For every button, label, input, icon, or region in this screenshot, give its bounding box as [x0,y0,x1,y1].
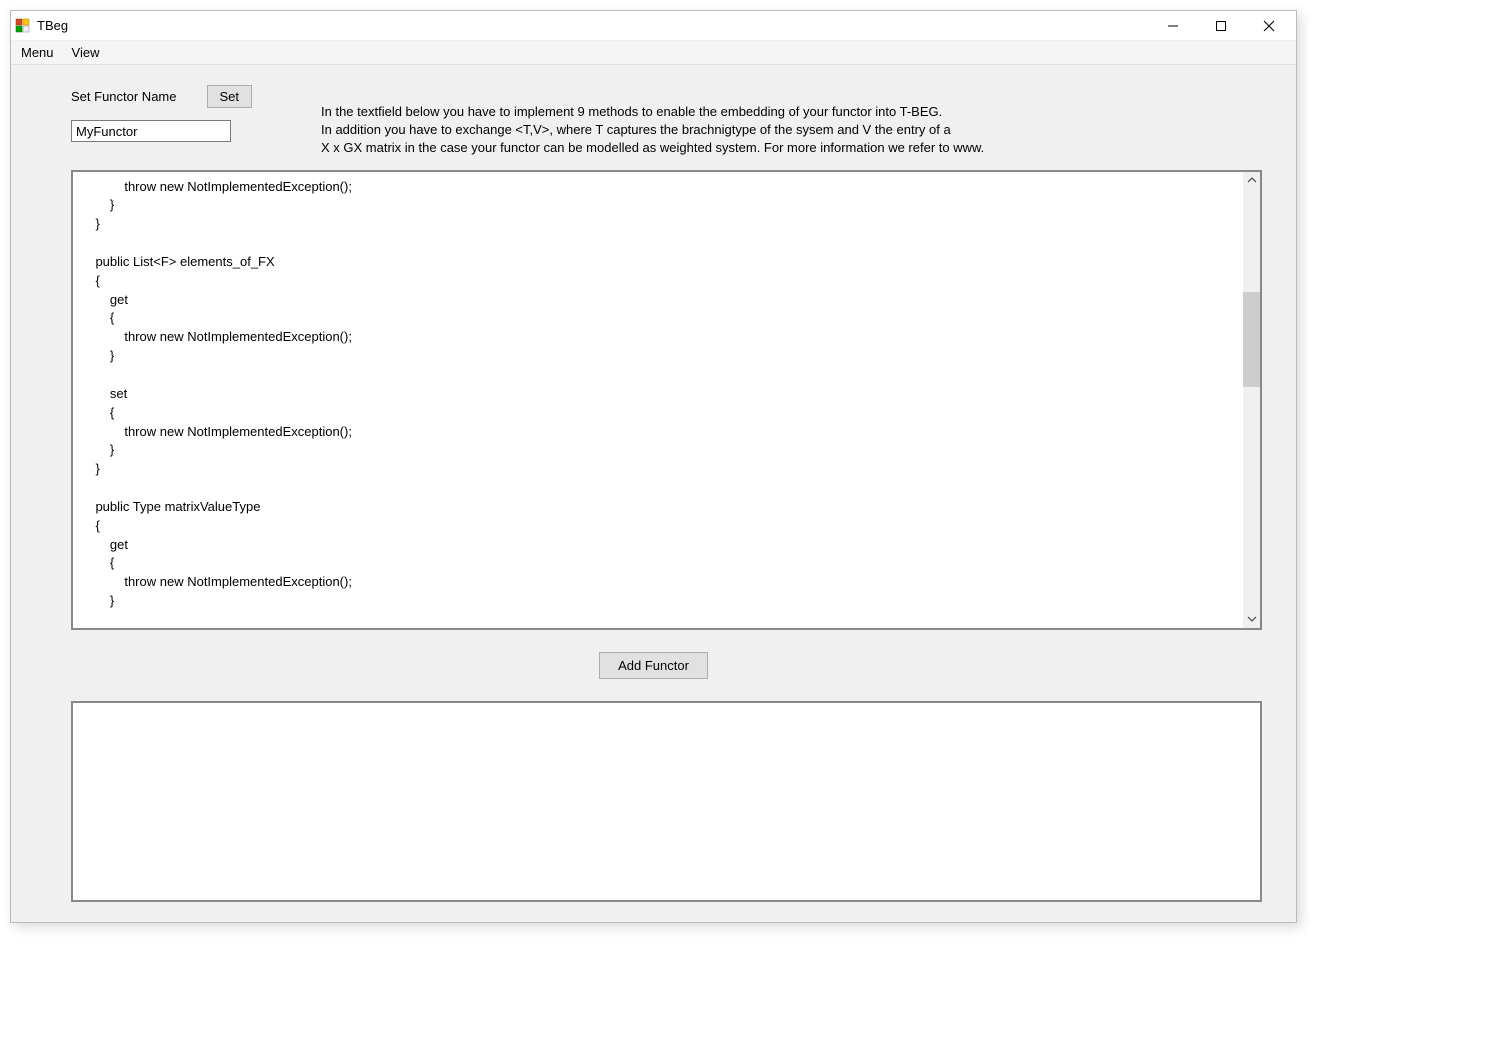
instructions-text: In the textfield below you have to imple… [321,85,1266,158]
maximize-button[interactable] [1198,12,1244,40]
menu-item-view[interactable]: View [72,45,100,60]
add-functor-row: Add Functor [41,630,1266,701]
close-button[interactable] [1246,12,1292,40]
functor-name-group: Set Functor Name Set [41,85,321,142]
scroll-down-button[interactable] [1243,611,1260,628]
minimize-button[interactable] [1150,12,1196,40]
output-panel[interactable] [71,701,1262,902]
menubar: Menu View [11,41,1296,65]
menu-item-menu[interactable]: Menu [21,45,54,60]
instructions-line: In addition you have to exchange <T,V>, … [321,121,1266,139]
set-button[interactable]: Set [207,85,253,108]
functor-name-input[interactable] [71,120,231,142]
client-area: Set Functor Name Set In the textfield be… [11,65,1296,922]
instructions-line: In the textfield below you have to imple… [321,103,1266,121]
app-icon [15,18,31,34]
scroll-up-button[interactable] [1243,172,1260,189]
instructions-line: X x GX matrix in the case your functor c… [321,139,1266,157]
titlebar: TBeg [11,11,1296,41]
code-text[interactable]: throw new NotImplementedException(); } }… [73,172,1243,628]
vertical-scrollbar[interactable] [1243,172,1260,628]
top-row: Set Functor Name Set In the textfield be… [41,85,1266,158]
scroll-thumb[interactable] [1243,292,1260,387]
app-window: TBeg Menu View Set Functor Name [10,10,1297,923]
window-controls [1150,12,1292,40]
code-editor[interactable]: throw new NotImplementedException(); } }… [71,170,1262,630]
window-title: TBeg [37,18,68,33]
add-functor-button[interactable]: Add Functor [599,652,708,679]
set-functor-label: Set Functor Name [71,89,177,104]
